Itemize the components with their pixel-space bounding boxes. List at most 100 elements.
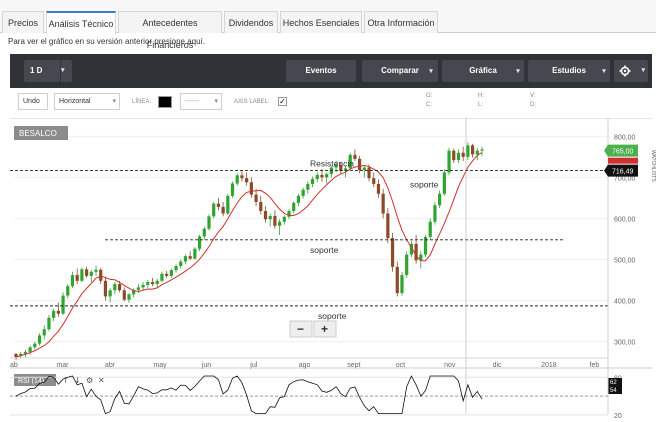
candle-body bbox=[89, 271, 93, 276]
candle-body bbox=[179, 261, 183, 267]
comparar-label: Comparar bbox=[381, 66, 419, 75]
chart-annotation[interactable]: Resistencia bbox=[310, 159, 354, 169]
price-chart[interactable]: Resistencia soporte soporte soporte RSI (14… bbox=[10, 118, 652, 422]
drawing-tool-select[interactable]: Horizontal ▾ bbox=[54, 93, 120, 110]
date-tick-label: sept bbox=[347, 362, 360, 369]
candle-body bbox=[358, 158, 362, 170]
candle-body bbox=[165, 273, 169, 276]
tab-hechos-esenciales[interactable]: Hechos Esenciales bbox=[280, 11, 362, 33]
candle-body bbox=[146, 282, 150, 285]
chart-annotation[interactable]: soporte bbox=[410, 180, 439, 190]
chevron-down-icon: ▾ bbox=[641, 67, 645, 74]
candle-body bbox=[155, 280, 159, 285]
date-tick-label: 2018 bbox=[541, 362, 557, 369]
candle-body bbox=[310, 179, 315, 184]
candle-body bbox=[47, 317, 51, 330]
candle-body bbox=[263, 211, 268, 220]
rsi-label: RSI (14) bbox=[18, 378, 44, 385]
eventos-button[interactable]: Eventos bbox=[286, 60, 356, 82]
undo-button[interactable]: Undo bbox=[18, 93, 48, 110]
move-up-icon[interactable]: ↑ bbox=[62, 376, 69, 385]
price-tick-label: 400,00 bbox=[614, 299, 636, 306]
candle-body bbox=[273, 215, 277, 226]
candle-body bbox=[216, 203, 221, 207]
tab-antecedentes-financieros[interactable]: Antecedentes Financieros bbox=[118, 11, 222, 50]
candle-body bbox=[80, 269, 84, 281]
tab-precios[interactable]: Precios bbox=[2, 11, 44, 33]
date-tick-label: jul bbox=[249, 362, 257, 369]
candle-body bbox=[240, 175, 244, 179]
gear-icon[interactable]: ⚙ bbox=[86, 376, 93, 385]
ohlc-c: C: bbox=[426, 102, 432, 108]
candle-body bbox=[141, 284, 145, 288]
candle-body bbox=[33, 343, 37, 348]
rsi-value-label: 54 bbox=[610, 388, 617, 394]
tab-otra-informacion[interactable]: Otra Información bbox=[364, 11, 438, 33]
candle-body bbox=[103, 280, 108, 297]
candle-body bbox=[277, 221, 282, 226]
axis-label-checkbox[interactable]: ✓ bbox=[278, 97, 287, 106]
chart-annotation[interactable]: soporte bbox=[310, 245, 339, 255]
candle-body bbox=[390, 238, 395, 267]
line-style-select[interactable]: ------ ▾ bbox=[180, 93, 222, 110]
candle-body bbox=[127, 294, 131, 300]
candle-body bbox=[325, 174, 329, 178]
candle-body bbox=[150, 282, 155, 285]
candle-body bbox=[282, 216, 286, 222]
ohlc-d: D: bbox=[530, 102, 536, 108]
comparar-dropdown[interactable]: ▾ bbox=[424, 60, 438, 82]
candle-body bbox=[42, 329, 46, 336]
settings-button[interactable]: ▾ bbox=[614, 60, 648, 82]
grafica-dropdown[interactable]: ▾ bbox=[512, 60, 524, 82]
candle-body bbox=[117, 284, 122, 291]
chevron-down-icon: ▾ bbox=[602, 68, 606, 75]
candle-body bbox=[428, 221, 432, 237]
candle-body bbox=[447, 150, 451, 173]
price-tick-label: 600,00 bbox=[614, 216, 636, 223]
estudios-label: Estudios bbox=[552, 66, 586, 75]
candle-body bbox=[386, 213, 390, 239]
date-tick-label: abr bbox=[105, 362, 116, 369]
price-tick-label: 300,00 bbox=[614, 340, 636, 347]
candle-body bbox=[113, 284, 117, 291]
move-down-icon[interactable]: ↓ bbox=[74, 376, 81, 385]
date-tick-label: oct bbox=[396, 362, 405, 369]
legacy-chart-hint[interactable]: Para ver el gráfico en su versión anteri… bbox=[8, 37, 205, 46]
watchlists-tab[interactable]: WATCHLISTS bbox=[646, 150, 656, 220]
line-color-label: LÍNEA: bbox=[132, 99, 152, 105]
candle-body bbox=[245, 178, 249, 183]
candle-body bbox=[202, 228, 206, 237]
symbol-label: BESALCO bbox=[19, 129, 57, 138]
candle-body bbox=[136, 287, 140, 290]
candle-body bbox=[99, 269, 103, 281]
current-price-value: 765,00 bbox=[612, 149, 634, 156]
tab-dividendos[interactable]: Dividendos bbox=[224, 11, 278, 33]
date-tick-label: ago bbox=[299, 362, 311, 369]
close-icon[interactable]: ✕ bbox=[98, 376, 105, 385]
candle-body bbox=[37, 335, 42, 344]
chart-annotation[interactable]: soporte bbox=[318, 311, 347, 321]
candle-body bbox=[108, 290, 112, 297]
candle-body bbox=[85, 269, 89, 276]
line-color-swatch[interactable] bbox=[158, 96, 172, 108]
candle-body bbox=[362, 167, 366, 170]
chevron-down-icon: ▾ bbox=[516, 68, 520, 75]
candle-body bbox=[183, 256, 188, 262]
ohlc-v: V: bbox=[530, 93, 536, 99]
price-tick-label: 800,00 bbox=[614, 134, 636, 141]
tab-analisis-tecnico[interactable]: Análisis Técnico bbox=[46, 11, 116, 34]
date-tick-label: mar bbox=[56, 362, 69, 369]
candle-body bbox=[226, 195, 230, 214]
period-select[interactable]: 1 D ▾ bbox=[24, 60, 72, 82]
estudios-dropdown[interactable]: ▾ bbox=[598, 60, 610, 82]
candle-body bbox=[160, 273, 164, 281]
candle-body bbox=[296, 195, 301, 203]
date-tick-label: ab bbox=[10, 362, 18, 369]
candle-body bbox=[292, 202, 296, 212]
gear-icon bbox=[619, 65, 631, 77]
tab-bar: Precios Análisis Técnico Antecedentes Fi… bbox=[0, 0, 656, 50]
candle-body bbox=[442, 172, 446, 194]
candle-body bbox=[466, 145, 470, 157]
chevron-down-icon: ▾ bbox=[214, 98, 218, 105]
period-label: 1 D bbox=[30, 66, 43, 75]
